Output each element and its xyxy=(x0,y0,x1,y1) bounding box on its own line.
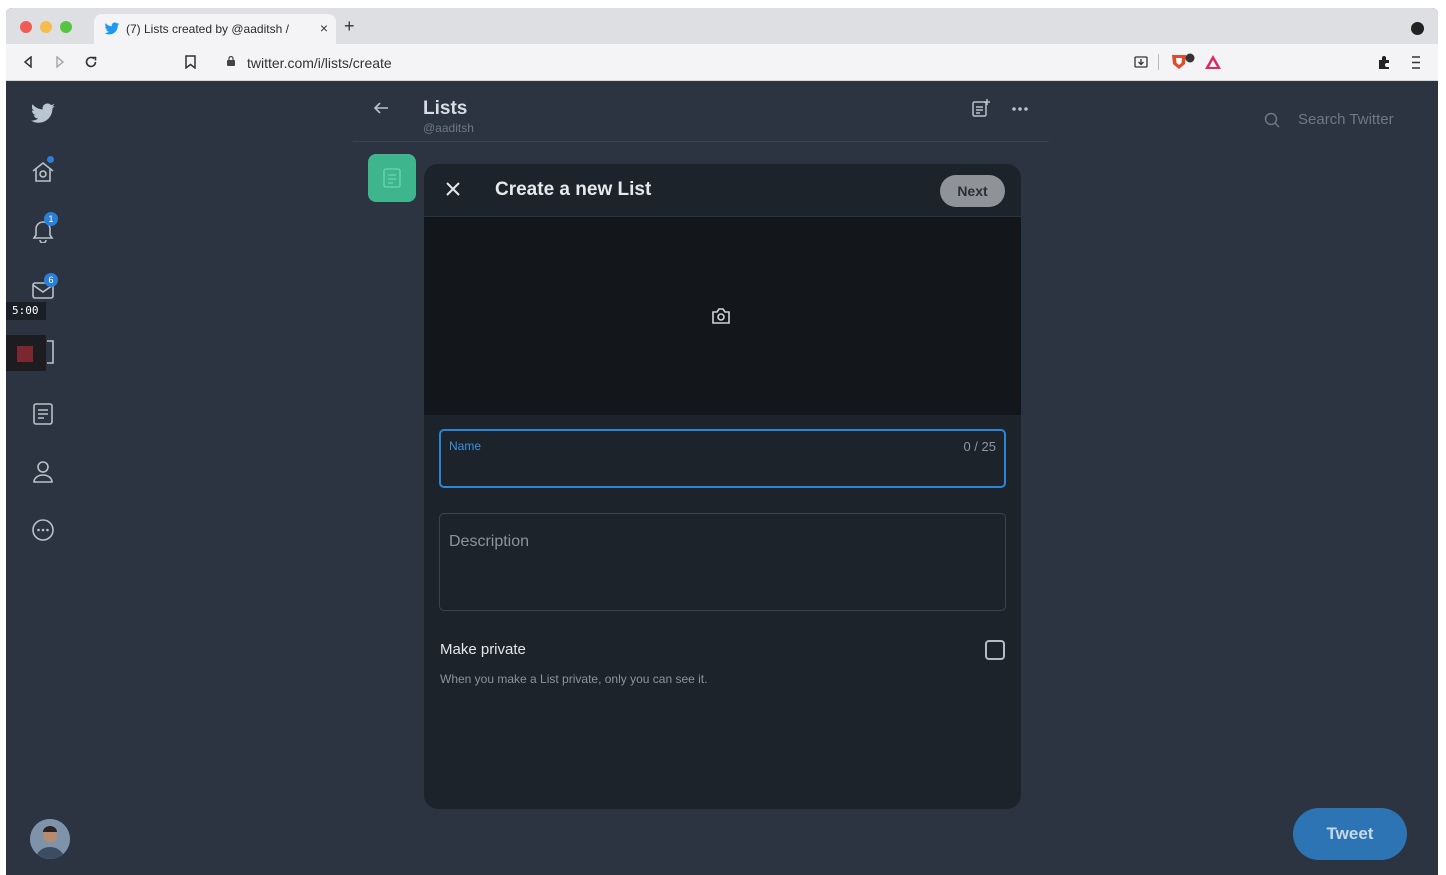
page-title: Lists xyxy=(423,98,468,119)
recording-timer: 5:00 xyxy=(6,302,46,320)
tab-title: (7) Lists created by @aaditsh / xyxy=(126,22,289,36)
tweet-button[interactable]: Tweet xyxy=(1293,808,1407,860)
messages-badge: 6 xyxy=(44,273,58,287)
search-input[interactable]: Search Twitter xyxy=(1298,111,1394,128)
nav-notifications[interactable]: 1 xyxy=(30,212,58,245)
browser-profile-icon[interactable] xyxy=(1411,22,1424,35)
notifications-badge: 1 xyxy=(44,212,58,226)
lock-icon xyxy=(227,56,235,66)
banner-upload-area[interactable] xyxy=(424,217,1021,415)
maximize-window-button[interactable] xyxy=(60,21,72,33)
menu-icon[interactable] xyxy=(1411,55,1421,70)
back-arrow-icon[interactable] xyxy=(373,101,389,115)
stop-icon xyxy=(17,346,33,362)
more-options-icon[interactable] xyxy=(1011,106,1029,112)
brave-rewards-icon[interactable] xyxy=(1204,54,1222,70)
tab-bar: (7) Lists created by @aaditsh / × + xyxy=(6,8,1438,44)
address-bar[interactable]: twitter.com/i/lists/create xyxy=(214,50,1234,75)
new-list-icon[interactable] xyxy=(971,98,991,118)
stop-recording-button[interactable] xyxy=(6,335,46,371)
make-private-label: Make private xyxy=(440,641,526,658)
list-thumbnail[interactable] xyxy=(368,154,416,202)
back-icon[interactable] xyxy=(22,56,34,68)
tab-close-icon[interactable]: × xyxy=(320,20,328,36)
new-tab-button[interactable]: + xyxy=(344,16,355,37)
modal-header: Create a new List Next xyxy=(424,164,1021,217)
browser-toolbar: twitter.com/i/lists/create xyxy=(6,44,1438,81)
bookmark-icon[interactable] xyxy=(185,55,196,69)
browser-window: (7) Lists created by @aaditsh / × + twit… xyxy=(6,8,1438,875)
twitter-logo-icon[interactable] xyxy=(30,101,56,127)
header-divider xyxy=(353,141,1049,142)
lists-icon[interactable] xyxy=(30,401,56,427)
avatar-image xyxy=(30,819,70,859)
account-avatar[interactable] xyxy=(30,819,70,859)
bookmark-nav-icon[interactable] xyxy=(46,339,56,365)
make-private-checkbox[interactable] xyxy=(985,640,1005,660)
nav-messages[interactable]: 6 xyxy=(30,273,58,305)
extensions-icon[interactable] xyxy=(1377,55,1392,70)
twitter-bird-icon xyxy=(104,22,120,35)
forward-icon[interactable] xyxy=(54,56,66,68)
more-icon[interactable] xyxy=(30,517,56,543)
home-dot-badge xyxy=(47,156,54,163)
camera-icon[interactable] xyxy=(711,307,731,325)
list-thumbnail-icon xyxy=(383,168,401,188)
reload-icon[interactable] xyxy=(84,55,98,69)
create-list-modal: Create a new List Next Name 0 / 25 Descr… xyxy=(424,164,1021,809)
url-text: twitter.com/i/lists/create xyxy=(247,55,392,71)
description-field[interactable]: Description xyxy=(439,513,1006,611)
name-field-label: Name xyxy=(449,439,482,453)
close-icon[interactable] xyxy=(442,178,464,200)
make-private-hint: When you make a List private, only you c… xyxy=(440,672,708,686)
page-handle: @aaditsh xyxy=(423,121,474,135)
search-icon xyxy=(1264,112,1280,128)
close-window-button[interactable] xyxy=(20,21,32,33)
twitter-page: 1 6 5:00 Lists @aaditsh Search Twitter T… xyxy=(6,81,1438,875)
description-field-label: Description xyxy=(449,533,530,550)
brave-shields-icon[interactable] xyxy=(1170,53,1196,71)
name-char-counter: 0 / 25 xyxy=(963,439,996,454)
modal-title: Create a new List xyxy=(495,179,652,200)
install-app-icon[interactable] xyxy=(1134,55,1148,69)
name-field[interactable]: Name 0 / 25 xyxy=(439,429,1006,488)
browser-tab[interactable]: (7) Lists created by @aaditsh / × xyxy=(94,14,336,44)
profile-icon[interactable] xyxy=(30,459,56,485)
home-icon xyxy=(32,161,54,182)
nav-home[interactable] xyxy=(30,156,58,187)
next-button[interactable]: Next xyxy=(940,175,1005,207)
toolbar-divider xyxy=(1158,54,1159,70)
minimize-window-button[interactable] xyxy=(40,21,52,33)
